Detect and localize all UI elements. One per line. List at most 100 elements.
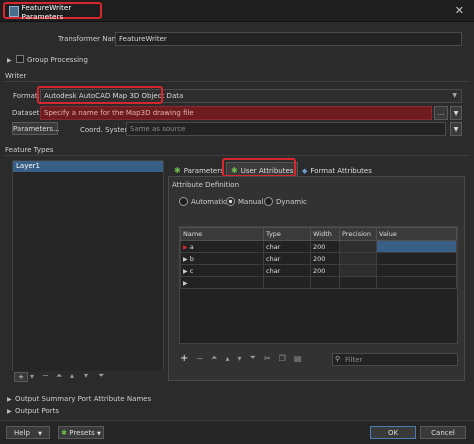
value-cell[interactable] bbox=[376, 240, 457, 253]
table-row-new[interactable]: ▶ bbox=[180, 276, 457, 289]
column-header[interactable]: Precision bbox=[339, 227, 377, 241]
type-cell[interactable]: char bbox=[263, 252, 311, 265]
width-cell[interactable] bbox=[310, 276, 340, 289]
name-cell[interactable]: ▶ a bbox=[180, 240, 264, 253]
mode-manual[interactable]: Manual bbox=[226, 197, 263, 206]
parameters-button[interactable]: Parameters... bbox=[12, 122, 60, 135]
move-bottom-icon[interactable]: ⏷ bbox=[250, 353, 256, 363]
radio-automatic[interactable] bbox=[179, 197, 188, 206]
value-cell[interactable] bbox=[376, 252, 457, 265]
move-down-icon[interactable]: ▾ bbox=[238, 354, 242, 363]
format-label: Format: bbox=[13, 92, 41, 100]
mode-dynamic[interactable]: Dynamic bbox=[264, 197, 307, 206]
expand-arrow-icon[interactable]: ▶ bbox=[7, 57, 12, 64]
name-value: a bbox=[189, 242, 194, 251]
precision-cell[interactable] bbox=[339, 240, 377, 253]
output-summary-label[interactable]: Output Summary Port Attribute Names bbox=[15, 395, 151, 403]
table-row[interactable]: ▶ a char 200 bbox=[180, 240, 457, 253]
chevron-down-icon[interactable]: ▾ bbox=[30, 372, 34, 381]
dataset-browse-button[interactable]: ... bbox=[434, 106, 448, 120]
cancel-button[interactable]: Cancel bbox=[420, 426, 466, 439]
type-cell[interactable] bbox=[263, 276, 311, 289]
close-icon[interactable]: ✕ bbox=[455, 4, 464, 17]
window-title-highlight: FeatureWriter Parameters bbox=[3, 2, 102, 21]
feature-types-section-label: Feature Types bbox=[5, 146, 54, 154]
move-top-icon[interactable]: ⏶ bbox=[211, 353, 217, 363]
writer-divider bbox=[4, 81, 470, 82]
move-down-icon[interactable]: ▾ bbox=[84, 371, 88, 380]
width-cell[interactable]: 200 bbox=[310, 264, 340, 277]
search-icon: ⚲ bbox=[335, 355, 341, 363]
column-header[interactable]: Name bbox=[180, 227, 264, 241]
chevron-down-icon: ▼ bbox=[453, 110, 459, 117]
coord-system-options-button[interactable]: ▼ bbox=[450, 122, 462, 136]
move-bottom-icon[interactable]: ⏷ bbox=[98, 371, 104, 381]
output-ports-label[interactable]: Output Ports bbox=[15, 407, 59, 415]
add-icon[interactable]: + bbox=[180, 353, 188, 364]
row-arrow-icon: ▶ bbox=[183, 243, 188, 251]
name-value: b bbox=[189, 254, 194, 263]
name-cell[interactable]: ▶ bbox=[180, 276, 264, 289]
ok-button[interactable]: OK bbox=[370, 426, 416, 439]
chevron-down-icon: ▼ bbox=[452, 92, 457, 99]
value-cell[interactable] bbox=[376, 276, 457, 289]
feature-type-list[interactable]: Layer1 bbox=[12, 160, 164, 378]
precision-cell[interactable] bbox=[339, 276, 377, 289]
remove-icon[interactable]: − bbox=[196, 354, 203, 363]
mode-automatic[interactable]: Automatic bbox=[179, 197, 227, 206]
row-arrow-icon: ▶ bbox=[183, 255, 188, 263]
cut-icon[interactable]: ✂ bbox=[264, 354, 271, 363]
name-value: c bbox=[189, 266, 194, 275]
tab-parameters-label: Parameters bbox=[183, 166, 224, 175]
feature-list-toolbar: + ▾ − ⏶ ▴ ▾ ⏷ bbox=[12, 371, 164, 385]
group-processing-label: Group Processing bbox=[27, 56, 88, 64]
precision-cell[interactable] bbox=[339, 252, 377, 265]
format-highlight bbox=[37, 86, 163, 104]
expand-arrow-icon[interactable]: ▶ bbox=[7, 396, 12, 403]
transformer-name-input[interactable]: FeatureWriter bbox=[115, 32, 462, 46]
table-row[interactable]: ▶ b char 200 bbox=[180, 252, 457, 265]
paste-icon[interactable]: ▤ bbox=[294, 354, 302, 363]
name-cell[interactable]: ▶ b bbox=[180, 252, 264, 265]
filter-input[interactable]: ⚲ Filter bbox=[332, 353, 458, 366]
attribute-table-container: Name Type Width Precision Value ▶ a char… bbox=[179, 226, 458, 344]
coord-system-input[interactable]: Same as source bbox=[126, 122, 446, 136]
type-cell[interactable]: char bbox=[263, 264, 311, 277]
radio-dynamic[interactable] bbox=[264, 197, 273, 206]
copy-icon[interactable]: ❐ bbox=[279, 354, 286, 363]
move-up-icon[interactable]: ▴ bbox=[226, 354, 230, 363]
column-header[interactable]: Width bbox=[310, 227, 340, 241]
window-title: FeatureWriter Parameters bbox=[21, 2, 72, 21]
expand-arrow-icon[interactable]: ▶ bbox=[7, 408, 12, 415]
column-header[interactable]: Value bbox=[376, 227, 457, 241]
group-processing-checkbox[interactable] bbox=[16, 55, 24, 63]
move-up-icon[interactable]: ▴ bbox=[70, 371, 74, 380]
chevron-down-icon: ▼ bbox=[38, 431, 43, 437]
table-row[interactable]: ▶ c char 200 bbox=[180, 264, 457, 277]
feature-type-item[interactable]: Layer1 bbox=[13, 161, 163, 172]
width-cell[interactable]: 200 bbox=[310, 252, 340, 265]
dataset-input[interactable]: Specify a name for the Map3D drawing fil… bbox=[40, 106, 432, 120]
mode-dynamic-label: Dynamic bbox=[276, 197, 307, 206]
row-arrow-icon: ▶ bbox=[183, 279, 188, 287]
width-cell[interactable]: 200 bbox=[310, 240, 340, 253]
column-header[interactable]: Type bbox=[263, 227, 311, 241]
dataset-options-button[interactable]: ▼ bbox=[450, 106, 462, 120]
tab-format-attributes-label: Format Attributes bbox=[310, 166, 372, 175]
move-top-icon[interactable]: ⏶ bbox=[56, 371, 62, 381]
chevron-down-icon: ▼ bbox=[96, 431, 101, 437]
name-cell[interactable]: ▶ c bbox=[180, 264, 264, 277]
presets-button[interactable]: ✱ Presets ▼ bbox=[58, 426, 104, 439]
chevron-down-icon: ▼ bbox=[453, 126, 459, 133]
add-feature-button[interactable]: + bbox=[14, 372, 28, 382]
remove-icon[interactable]: − bbox=[42, 371, 49, 380]
value-cell[interactable] bbox=[376, 264, 457, 277]
radio-manual[interactable] bbox=[226, 197, 235, 206]
tab-parameters[interactable]: ✱ Parameters bbox=[170, 163, 228, 176]
tab-format-attributes[interactable]: ◆ Format Attributes bbox=[298, 163, 376, 176]
help-button[interactable]: Help ▼ bbox=[6, 426, 50, 439]
writer-section-label: Writer bbox=[5, 72, 27, 80]
type-cell[interactable]: char bbox=[263, 240, 311, 253]
mode-automatic-label: Automatic bbox=[191, 197, 227, 206]
precision-cell[interactable] bbox=[339, 264, 377, 277]
